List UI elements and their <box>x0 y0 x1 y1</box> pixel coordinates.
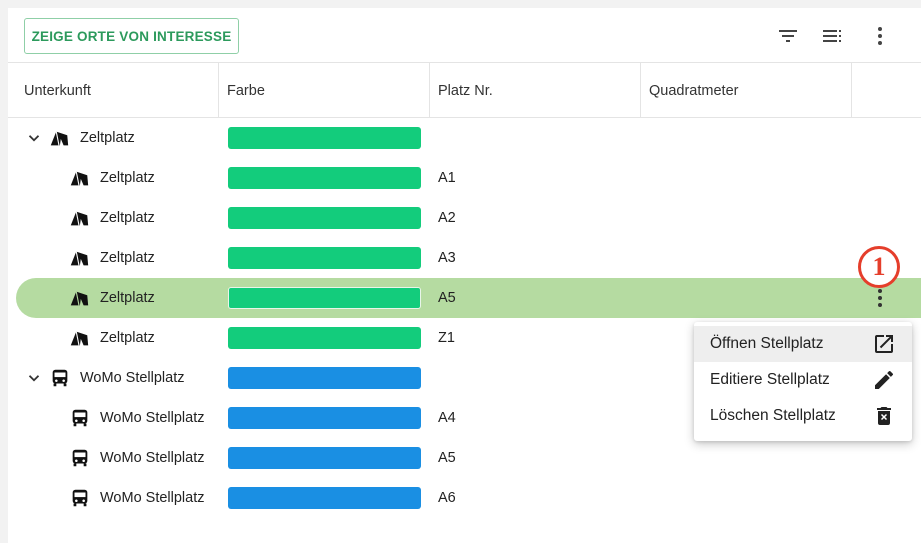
toolbar: ZEIGE ORTE VON INTERESSE <box>8 8 921 62</box>
platz-nr-cell: Z1 <box>438 330 455 346</box>
row-label: WoMo Stellplatz <box>100 450 205 466</box>
edit-pencil-icon <box>875 370 894 389</box>
table-row[interactable]: WoMo Stellplatz A5 <box>8 438 921 478</box>
row-more-vert-icon[interactable] <box>868 286 892 310</box>
list-settings-icon[interactable] <box>820 24 844 48</box>
color-bar <box>228 287 421 309</box>
bus-icon <box>72 449 88 467</box>
color-bar <box>228 367 421 389</box>
platz-nr-cell: A6 <box>438 490 456 506</box>
row-context-menu: Öffnen Stellplatz Editiere Stellplatz Lö… <box>694 322 912 441</box>
color-bar <box>228 247 421 269</box>
annotation-badge: 1 <box>858 246 900 288</box>
table-header: Unterkunft Farbe Platz Nr. Quadratmeter <box>8 62 921 118</box>
group-label: Zeltplatz <box>80 130 135 146</box>
menu-item-label: Löschen Stellplatz <box>710 407 836 424</box>
group-label: WoMo Stellplatz <box>80 370 185 386</box>
chevron-down-icon[interactable] <box>25 369 43 387</box>
bus-icon <box>72 409 88 427</box>
table-row-selected[interactable]: Zeltplatz A5 <box>16 278 921 318</box>
platz-nr-cell: A5 <box>438 450 456 466</box>
column-header-quadratmeter[interactable]: Quadratmeter <box>641 63 852 118</box>
color-bar <box>228 327 421 349</box>
row-label: Zeltplatz <box>100 170 155 186</box>
row-label: WoMo Stellplatz <box>100 410 205 426</box>
table-row[interactable]: Zeltplatz A1 <box>8 158 921 198</box>
tent-icon <box>70 291 89 306</box>
color-bar <box>228 207 421 229</box>
row-label: WoMo Stellplatz <box>100 490 205 506</box>
data-grid-card: ZEIGE ORTE VON INTERESSE Unterkunft Farb… <box>8 8 921 543</box>
row-label: Zeltplatz <box>100 250 155 266</box>
color-bar <box>228 407 421 429</box>
bus-icon <box>52 369 68 387</box>
tent-icon <box>70 171 89 186</box>
filter-icon[interactable] <box>776 24 800 48</box>
color-bar <box>228 447 421 469</box>
menu-item-edit-stellplatz[interactable]: Editiere Stellplatz <box>694 362 912 398</box>
column-header-actions <box>852 63 921 118</box>
color-bar <box>228 127 421 149</box>
group-row-zeltplatz[interactable]: Zeltplatz <box>8 118 921 158</box>
column-header-platz-nr[interactable]: Platz Nr. <box>430 63 641 118</box>
menu-item-open-stellplatz[interactable]: Öffnen Stellplatz <box>694 326 912 362</box>
show-poi-button[interactable]: ZEIGE ORTE VON INTERESSE <box>24 18 239 54</box>
chevron-down-icon[interactable] <box>25 129 43 147</box>
more-vert-icon[interactable] <box>868 24 892 48</box>
row-label: Zeltplatz <box>100 210 155 226</box>
delete-icon <box>877 407 891 425</box>
color-bar <box>228 167 421 189</box>
table-row[interactable]: WoMo Stellplatz A6 <box>8 478 921 518</box>
tent-icon <box>70 251 89 266</box>
row-label: Zeltplatz <box>100 290 155 306</box>
color-bar <box>228 487 421 509</box>
table-row[interactable]: Zeltplatz A3 <box>8 238 921 278</box>
table-row[interactable]: Zeltplatz A2 <box>8 198 921 238</box>
menu-item-label: Editiere Stellplatz <box>710 371 830 388</box>
platz-nr-cell: A2 <box>438 210 456 226</box>
row-label: Zeltplatz <box>100 330 155 346</box>
platz-nr-cell: A5 <box>438 290 456 306</box>
tent-icon <box>50 131 69 146</box>
menu-item-delete-stellplatz[interactable]: Löschen Stellplatz <box>694 398 912 434</box>
bus-icon <box>72 489 88 507</box>
platz-nr-cell: A1 <box>438 170 456 186</box>
platz-nr-cell: A3 <box>438 250 456 266</box>
open-in-new-icon <box>875 335 893 353</box>
tent-icon <box>70 331 89 346</box>
tent-icon <box>70 211 89 226</box>
platz-nr-cell: A4 <box>438 410 456 426</box>
column-header-unterkunft[interactable]: Unterkunft <box>16 63 219 118</box>
menu-item-label: Öffnen Stellplatz <box>710 335 824 352</box>
column-header-farbe[interactable]: Farbe <box>219 63 430 118</box>
